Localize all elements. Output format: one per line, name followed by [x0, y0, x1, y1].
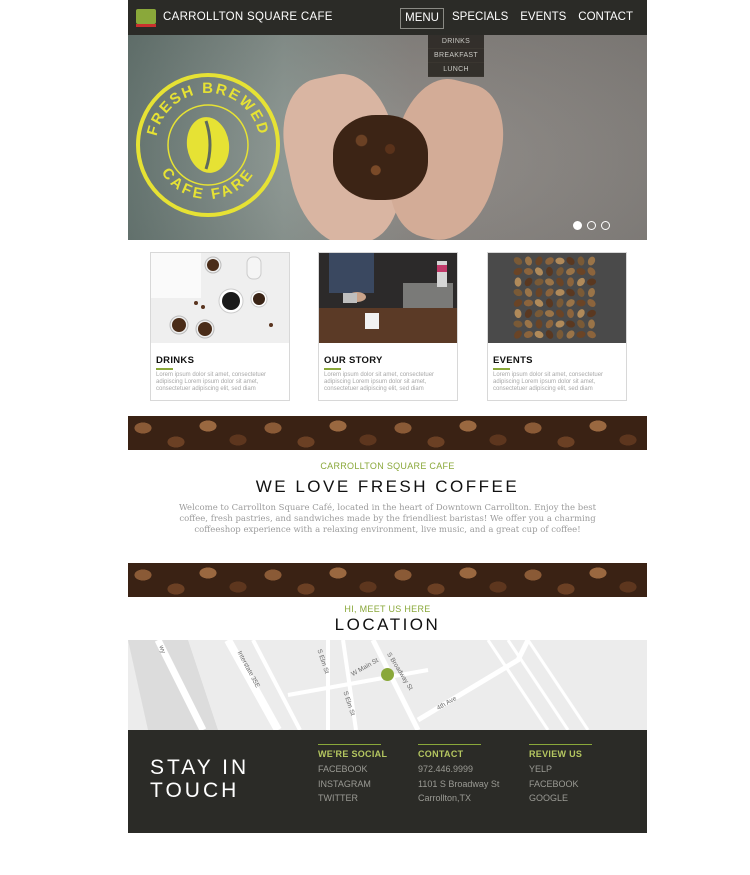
social-column: WE'RE SOCIAL FACEBOOK INSTAGRAM TWITTER	[318, 744, 387, 806]
nav-events[interactable]: EVENTS	[516, 8, 570, 29]
coffee-beans-image	[333, 115, 428, 200]
dropdown-item-lunch[interactable]: LUNCH	[428, 63, 484, 77]
coffee-beans-banner	[128, 416, 647, 450]
review-heading: REVIEW US	[529, 749, 583, 759]
contact-address: 1101 S Broadway St	[418, 778, 500, 789]
review-facebook-link[interactable]: FACEBOOK	[529, 777, 592, 792]
social-heading: WE'RE SOCIAL	[318, 749, 388, 759]
social-instagram-link[interactable]: INSTAGRAM	[318, 777, 387, 792]
stay-in-touch: STAY IN TOUCH	[150, 756, 250, 802]
footer: STAY IN TOUCH WE'RE SOCIAL FACEBOOK INST…	[128, 730, 647, 833]
location-map[interactable]: wy Interstate 35E S Elm St W Main St S B…	[128, 640, 647, 730]
card-divider	[156, 368, 173, 370]
slide-dot-3[interactable]	[601, 221, 610, 230]
menu-dropdown: DRINKS BREAKFAST LUNCH	[428, 35, 484, 77]
slider-dots	[573, 221, 610, 230]
nav-menu[interactable]: MENU	[400, 8, 444, 29]
card-text: Lorem ipsum dolor sit amet, consectetuer…	[493, 372, 604, 392]
card-events[interactable]: EVENTS Lorem ipsum dolor sit amet, conse…	[487, 252, 627, 401]
slide-dot-2[interactable]	[587, 221, 596, 230]
location-title: LOCATION	[334, 615, 441, 634]
card-our-story[interactable]: OUR STORY Lorem ipsum dolor sit amet, co…	[318, 252, 458, 401]
beans-grid-image	[488, 253, 626, 343]
fresh-brewed-seal: FRESH BREWED CAFE FARE	[136, 73, 280, 217]
contact-heading: CONTACT	[418, 749, 464, 759]
about-title: WE LOVE FRESH COFFEE	[255, 477, 520, 496]
social-twitter-link[interactable]: TWITTER	[318, 791, 387, 806]
contact-city: Carrollton,TX	[418, 793, 472, 803]
dropdown-item-drinks[interactable]: DRINKS	[428, 35, 484, 49]
dropdown-item-breakfast[interactable]: BREAKFAST	[428, 49, 484, 63]
logo-icon[interactable]	[136, 9, 156, 27]
card-divider	[324, 368, 341, 370]
social-facebook-link[interactable]: FACEBOOK	[318, 762, 387, 777]
contact-column: CONTACT 972.446.9999 1101 S Broadway St …	[418, 744, 499, 806]
review-google-link[interactable]: GOOGLE	[529, 791, 592, 806]
about-text: Welcome to Carrollton Square Café, locat…	[178, 503, 597, 535]
slide-dot-1[interactable]	[573, 221, 582, 230]
top-nav: CARROLLTON SQUARE CAFE MENU SPECIALS EVE…	[128, 0, 647, 35]
card-title: OUR STORY	[324, 355, 383, 366]
hero-slider: FRESH BREWED CAFE FARE	[128, 35, 647, 240]
card-divider	[493, 368, 510, 370]
nav-contact[interactable]: CONTACT	[574, 8, 637, 29]
page: CARROLLTON SQUARE CAFE MENU SPECIALS EVE…	[128, 0, 647, 833]
card-text: Lorem ipsum dolor sit amet, consectetuer…	[156, 372, 267, 392]
nav-links: MENU SPECIALS EVENTS CONTACT	[396, 8, 637, 29]
card-drinks[interactable]: DRINKS Lorem ipsum dolor sit amet, conse…	[150, 252, 290, 401]
map-pin-icon[interactable]	[381, 668, 394, 681]
about-kicker: CARROLLTON SQUARE CAFE	[320, 461, 455, 471]
location-kicker: HI, MEET US HERE	[344, 604, 431, 614]
brand-name[interactable]: CARROLLTON SQUARE CAFE	[163, 11, 333, 23]
review-column: REVIEW US YELP FACEBOOK GOOGLE	[529, 744, 592, 806]
review-yelp-link[interactable]: YELP	[529, 762, 592, 777]
card-title: EVENTS	[493, 355, 533, 366]
coffee-beans-banner	[128, 563, 647, 597]
barista-image	[319, 253, 457, 343]
card-text: Lorem ipsum dolor sit amet, consectetuer…	[324, 372, 435, 392]
contact-phone[interactable]: 972.446.9999	[418, 762, 499, 777]
nav-specials[interactable]: SPECIALS	[448, 8, 512, 29]
card-title: DRINKS	[156, 355, 195, 366]
drinks-image	[151, 253, 289, 343]
